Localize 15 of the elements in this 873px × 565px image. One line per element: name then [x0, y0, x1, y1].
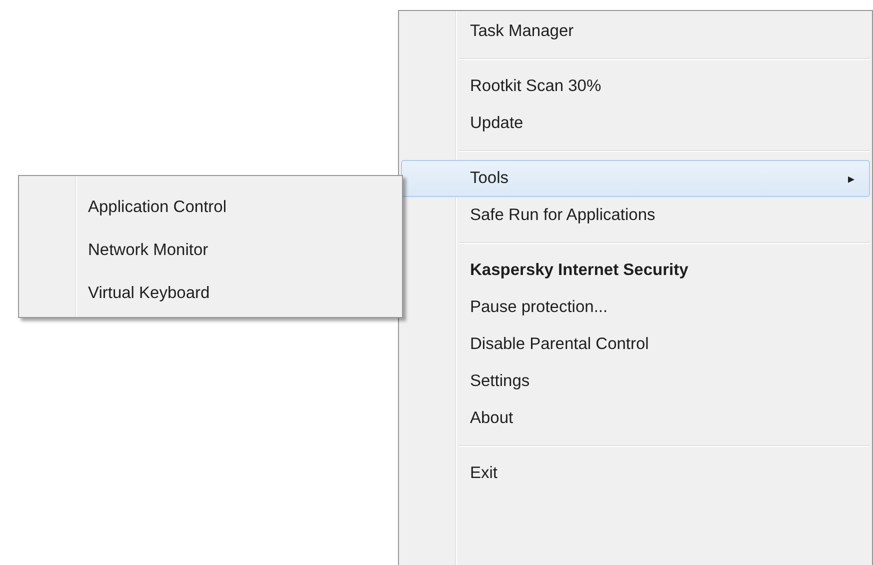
menu-item[interactable]: Settings	[401, 363, 870, 400]
submenu-arrow-icon: ▸	[848, 171, 855, 186]
menu-item[interactable]: Virtual Keyboard	[21, 272, 400, 315]
menu-item[interactable]: About	[401, 400, 870, 437]
menu-item[interactable]: Tools ▸	[401, 160, 870, 197]
menu-item[interactable]: Exit	[401, 455, 870, 492]
menu-item[interactable]: Safe Run for Applications	[401, 197, 870, 234]
menu-item[interactable]: Disable Parental Control	[401, 326, 870, 363]
menu-item[interactable]: Application Control	[21, 186, 400, 229]
menu-item[interactable]: Kaspersky Internet Security	[401, 252, 870, 289]
menu-item[interactable]: Rootkit Scan 30%	[401, 68, 870, 105]
menu-item[interactable]: Pause protection...	[401, 289, 870, 326]
menu-item[interactable]: Network Monitor	[21, 229, 400, 272]
menu-item[interactable]: Task Manager	[401, 13, 870, 50]
menu-item[interactable]: Update	[401, 105, 870, 142]
